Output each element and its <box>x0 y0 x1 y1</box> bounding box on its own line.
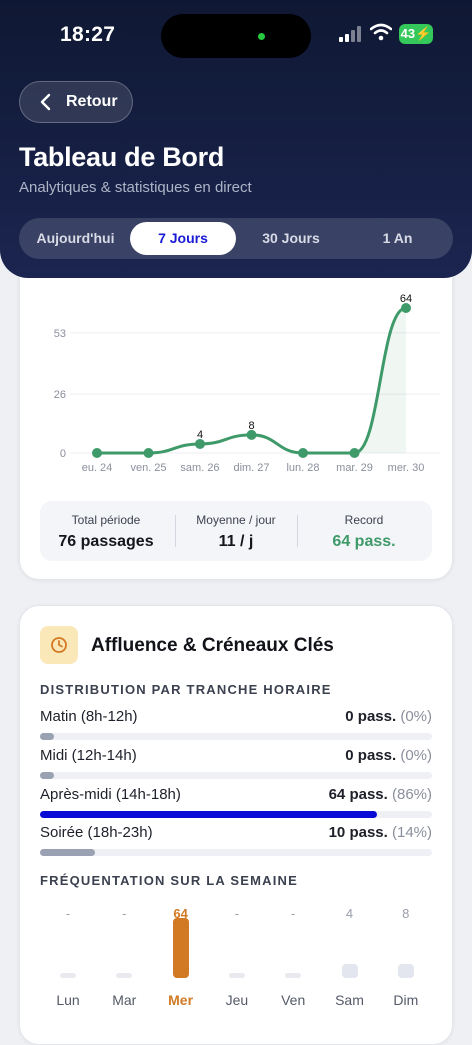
stat-total: Total période 76 passages <box>46 513 166 551</box>
slot-count: 0 pass. <box>345 747 397 764</box>
data-label: 4 <box>197 429 203 441</box>
weekday-bar <box>228 973 245 978</box>
stat-divider <box>297 515 298 547</box>
stat-record-value: 64 pass. <box>332 533 396 550</box>
slot-percent: (0%) <box>400 747 432 764</box>
weekday-bar <box>397 964 414 978</box>
stat-total-label: Total période <box>71 513 141 527</box>
period-tab-today[interactable]: Aujourd'hui <box>23 222 128 255</box>
weekday-label: Jeu <box>225 992 249 1008</box>
data-point <box>143 448 154 458</box>
period-tab-30-days[interactable]: 30 Jours <box>238 222 344 255</box>
status-time: 18:27 <box>60 23 116 46</box>
weekday-label: Sam <box>335 992 364 1008</box>
slot-value: 10 pass. (14%) <box>329 824 432 841</box>
x-tick-label: eu. 24 <box>82 462 113 474</box>
camera-indicator-icon <box>258 33 265 40</box>
slot-value: 0 pass. (0%) <box>345 747 432 764</box>
slot-progress-fill <box>40 772 54 779</box>
stat-total-value: 76 passages <box>58 533 154 550</box>
data-label: 8 <box>248 420 254 432</box>
weekly-attendance-label: FRÉQUENTATION SUR LA SEMAINE <box>40 873 298 888</box>
weekday-label: Mer <box>168 992 194 1008</box>
weekday-count: - <box>122 906 127 921</box>
page-subtitle: Analytiques & statistiques en direct <box>19 179 252 196</box>
weekday-bar <box>60 973 76 978</box>
wifi-icon <box>370 23 392 41</box>
stat-record-label: Record <box>344 513 384 527</box>
slot-count: 64 pass. <box>328 786 388 803</box>
y-tick-label: 0 <box>60 448 66 460</box>
chevron-left-icon <box>40 93 51 111</box>
stat-average: Moyenne / jour 11 / j <box>176 513 296 551</box>
weekday-count: 8 <box>402 906 410 921</box>
signal-icon <box>339 26 365 42</box>
weekday-label: Dim <box>393 992 419 1008</box>
slot-percent: (0%) <box>400 708 432 725</box>
x-tick-label: ven. 25 <box>130 462 166 474</box>
slot-count: 0 pass. <box>345 708 397 725</box>
x-tick-label: lun. 28 <box>286 462 319 474</box>
data-point <box>298 448 308 458</box>
x-tick-label: sam. 26 <box>180 462 219 474</box>
period-tab-1-year[interactable]: 1 An <box>346 222 449 255</box>
weekday-bar <box>116 973 133 978</box>
weekday-count: - <box>65 906 71 921</box>
data-point <box>349 448 360 458</box>
slot-progress-fill <box>40 849 95 856</box>
slot-count: 10 pass. <box>328 824 388 841</box>
slot-progress-track <box>40 733 432 740</box>
slot-progress-track <box>40 811 432 818</box>
weekday-count: - <box>234 906 240 921</box>
stat-average-label: Moyenne / jour <box>196 513 276 527</box>
weekday-label: Ven <box>281 992 306 1008</box>
period-tab-7-days[interactable]: 7 Jours <box>130 222 236 255</box>
affluence-card: Affluence & Créneaux Clés DISTRIBUTION P… <box>19 605 453 1045</box>
slot-value: 0 pass. (0%) <box>345 708 432 725</box>
slot-percent: (86%) <box>391 786 432 803</box>
data-point <box>92 448 102 458</box>
stat-record: Record 64 pass. <box>304 513 424 551</box>
clock-glyph <box>51 637 67 653</box>
slot-name: Après-midi (14h-18h) <box>40 786 181 803</box>
slot-value: 64 pass. (86%) <box>329 786 432 803</box>
slot-progress-track <box>40 849 432 856</box>
summary-stats: Total période 76 passages Moyenne / jour… <box>40 501 432 561</box>
weekday-bar <box>285 973 302 978</box>
y-tick-label: 53 <box>54 328 66 340</box>
x-tick-label: mer. 30 <box>388 462 425 474</box>
status-bar: 18:27 43⚡ <box>0 0 472 70</box>
weekday-bar <box>172 918 189 978</box>
dynamic-island <box>161 14 311 58</box>
weekday-label: Mar <box>112 992 137 1008</box>
battery-icon: 43⚡ <box>399 24 433 44</box>
page-title: Tableau de Bord <box>19 142 225 172</box>
stat-average-value: 11 / j <box>218 533 254 550</box>
slot-progress-track <box>40 772 432 779</box>
visits-chart-card: 0 26 53 eu. 24 ven. 25 4 sam. 26 8 dim. 27 lun. 2… <box>19 230 453 580</box>
weekday-bar <box>341 964 358 978</box>
affluence-title: Affluence & Créneaux Clés <box>91 635 334 656</box>
dashboard-header: 18:27 43⚡ Retour Tableau de Bord Analyti… <box>0 0 472 278</box>
weekday-label: Lun <box>56 992 80 1008</box>
slot-name: Soirée (18h-23h) <box>40 824 153 841</box>
x-tick-label: dim. 27 <box>233 462 269 474</box>
slot-progress-fill <box>40 733 54 740</box>
clock-icon <box>40 626 78 664</box>
back-label: Retour <box>66 93 118 110</box>
slot-percent: (14%) <box>391 824 432 841</box>
battery-level: 43 <box>400 26 416 41</box>
distribution-label: DISTRIBUTION PAR TRANCHE HORAIRE <box>40 682 332 697</box>
data-label: 64 <box>400 293 412 305</box>
y-tick-label: 26 <box>54 389 66 401</box>
weekly-attendance-chart: - Lun - Mar 64 Mer - Jeu - Ven 4 Sam 8 Dim <box>20 896 454 1016</box>
x-tick-label: mar. 29 <box>336 462 373 474</box>
slot-progress-fill <box>40 811 378 818</box>
slot-name: Midi (12h-14h) <box>40 747 137 764</box>
weekday-count: - <box>291 906 296 921</box>
back-button[interactable]: Retour <box>19 81 133 123</box>
weekday-count: 4 <box>345 906 354 921</box>
period-selector: Aujourd'hui 7 Jours 30 Jours 1 An <box>19 218 453 259</box>
slot-name: Matin (8h-12h) <box>40 708 138 725</box>
